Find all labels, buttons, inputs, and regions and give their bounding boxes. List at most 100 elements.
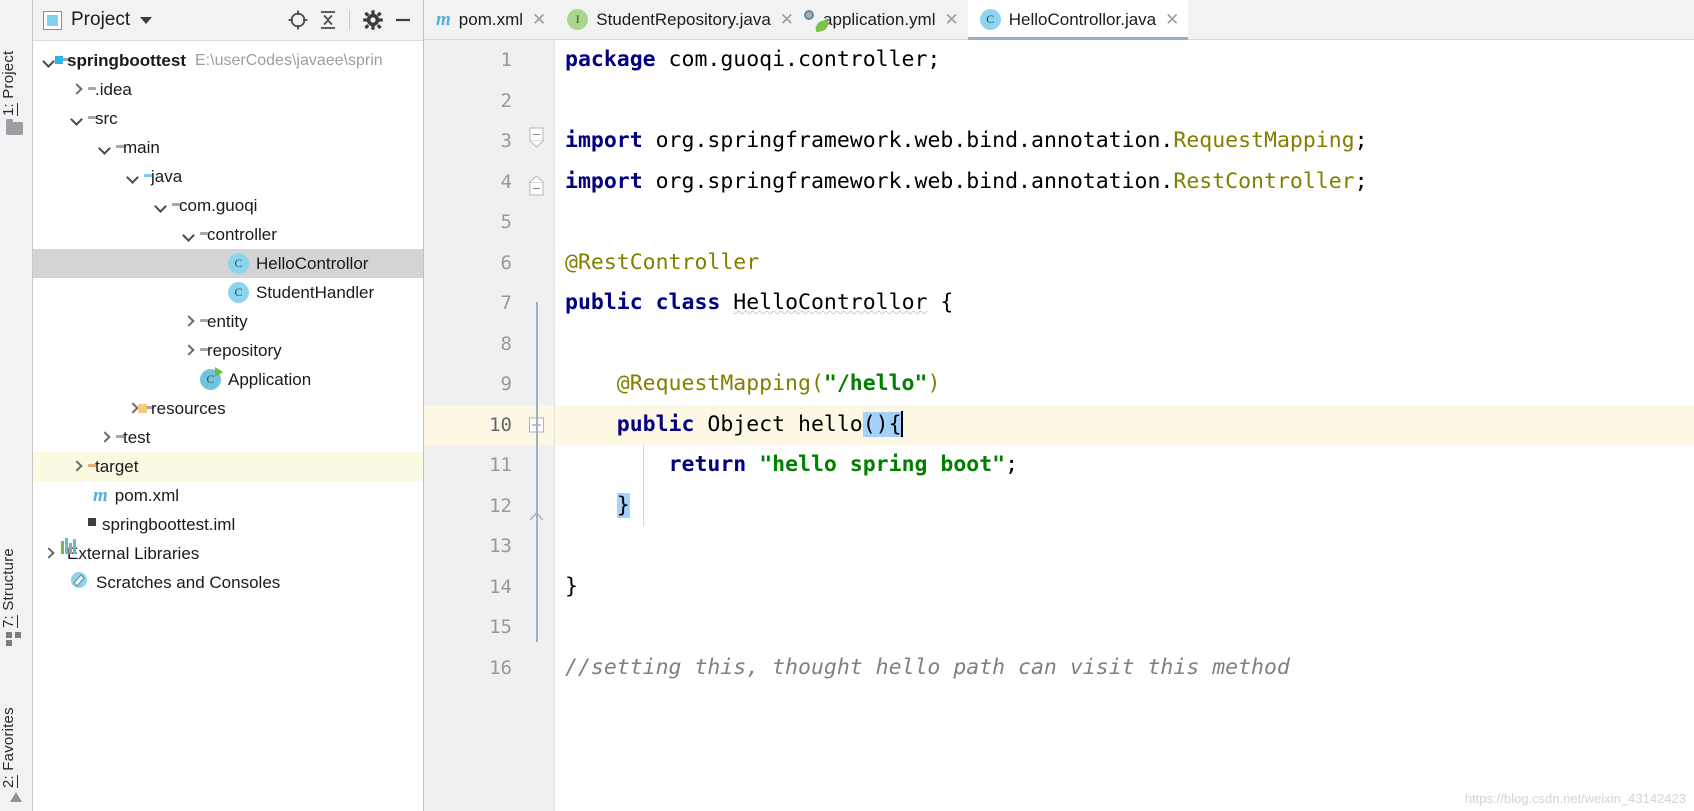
line-number: 4 — [500, 170, 512, 193]
tree-item-pom-xml[interactable]: m pom.xml — [33, 481, 423, 510]
tree-item-label: springboottest — [67, 50, 186, 70]
tab-hellocontrollor-java[interactable]: C HelloControllor.java ✕ — [967, 0, 1189, 40]
line-number: 5 — [500, 211, 512, 234]
tool-button-structure[interactable]: 7: Structure — [0, 518, 32, 628]
tab-pom-xml[interactable]: m pom.xml ✕ — [424, 0, 555, 39]
project-view-icon — [43, 10, 62, 30]
close-icon[interactable]: ✕ — [944, 11, 958, 28]
chevron-right-icon[interactable] — [181, 314, 197, 330]
tool-button-structure-label: Structure — [0, 548, 17, 611]
tree-item-label: src — [95, 108, 118, 128]
tree-item-repository[interactable]: repository — [33, 336, 423, 365]
editor-area: m pom.xml ✕ I StudentRepository.java ✕ a… — [424, 0, 1694, 811]
tree-item-springboottest-iml[interactable]: springboottest.iml — [33, 510, 423, 539]
tree-item-test[interactable]: test — [33, 423, 423, 452]
tab-label: StudentRepository.java — [596, 9, 771, 29]
tree-item-com-guoqi[interactable]: com.guoqi — [33, 191, 423, 220]
tab-label: application.yml — [823, 9, 936, 29]
close-icon[interactable]: ✕ — [1165, 11, 1179, 28]
fold-region-start-svg — [529, 127, 544, 148]
tree-item-src[interactable]: src — [33, 104, 423, 133]
tree-item-hellocontrollor[interactable]: C HelloControllor — [33, 249, 423, 278]
collapse-all-icon[interactable] — [314, 6, 342, 34]
tree-item-springboottest[interactable]: springboottest E:\userCodes\javaee\sprin — [33, 46, 423, 75]
tree-item-label: StudentHandler — [256, 282, 375, 302]
code-line-14: } — [565, 573, 578, 599]
line-number: 3 — [500, 130, 512, 153]
fold-row — [520, 202, 554, 243]
code-line-10: public Object hello(){ — [555, 404, 1694, 445]
java-class-icon: C — [228, 282, 249, 303]
tree-item-studenthandler[interactable]: C StudentHandler — [33, 278, 423, 307]
tab-application-yml[interactable]: application.yml ✕ — [803, 0, 968, 39]
tree-item-entity[interactable]: entity — [33, 307, 423, 336]
code-line-7: public class HelloControllor { — [565, 290, 954, 315]
chevron-right-icon[interactable] — [69, 82, 85, 98]
chevron-down-icon[interactable] — [153, 198, 169, 214]
fold-row[interactable] — [520, 162, 554, 203]
chevron-down-icon[interactable] — [140, 16, 153, 24]
tree-item-label: resources — [151, 398, 226, 418]
tab-label: pom.xml — [458, 9, 524, 29]
chevron-down-icon[interactable] — [181, 227, 197, 243]
tree-item-label: target — [95, 456, 139, 476]
line-number: 12 — [489, 494, 512, 517]
line-number: 11 — [489, 454, 512, 477]
fold-region-start-icon[interactable] — [529, 127, 544, 148]
scratches-icon — [69, 570, 89, 595]
chevron-down-icon[interactable] — [69, 111, 85, 127]
code-folding-gutter[interactable] — [520, 40, 555, 811]
project-tree[interactable]: springboottest E:\userCodes\javaee\sprin… — [33, 41, 423, 811]
tree-item-controller[interactable]: controller — [33, 220, 423, 249]
fold-row — [520, 648, 554, 689]
intellij-window: 1: Project 7: Structure 2: Favorites Pro… — [0, 0, 1694, 811]
tree-item-label: test — [123, 427, 151, 447]
minimize-icon[interactable] — [389, 6, 417, 34]
tool-button-project-label: Project — [0, 50, 17, 99]
structure-icon — [6, 632, 24, 650]
line-number-label: 7 — [500, 292, 512, 315]
maven-icon: m — [93, 484, 108, 506]
close-icon[interactable]: ✕ — [532, 11, 546, 28]
tab-studentrepository-java[interactable]: I StudentRepository.java ✕ — [555, 0, 803, 39]
tree-item-idea[interactable]: .idea — [33, 75, 423, 104]
tree-item-java[interactable]: java — [33, 162, 423, 191]
tree-item-label: pom.xml — [114, 485, 180, 505]
gear-svg — [363, 10, 383, 30]
tree-item-application[interactable]: C Application — [33, 365, 423, 394]
chevron-down-icon[interactable] — [97, 140, 113, 156]
code-line-3: import org.springframework.web.bind.anno… — [565, 128, 1368, 153]
chevron-down-icon[interactable] — [125, 169, 141, 185]
code-editor[interactable]: 1 2 3 4 5 6 7 c 8 — [424, 40, 1694, 811]
tree-item-resources[interactable]: resources — [33, 394, 423, 423]
tool-button-favorites[interactable]: 2: Favorites — [0, 668, 32, 788]
code-text-area[interactable]: package com.guoqi.controller; import org… — [555, 40, 1694, 811]
tree-item-external-libraries[interactable]: External Libraries — [33, 537, 423, 568]
tool-button-project[interactable]: 1: Project — [0, 6, 32, 116]
fold-region-end-icon[interactable] — [529, 175, 544, 197]
chevron-right-icon[interactable] — [41, 546, 57, 562]
tree-item-label: com.guoqi — [179, 195, 258, 215]
gear-icon[interactable] — [359, 6, 387, 34]
minimize-svg — [396, 18, 410, 22]
tree-item-label: springboottest.iml — [102, 514, 236, 534]
tree-item-label: controller — [207, 224, 277, 244]
chevron-right-icon[interactable] — [181, 343, 197, 359]
project-panel-header: Project — [33, 0, 423, 41]
chevron-right-icon[interactable] — [69, 459, 85, 475]
tool-button-structure-number: 7: — [0, 615, 17, 628]
line-number: 16 — [489, 656, 512, 679]
fold-row[interactable] — [520, 121, 554, 162]
locate-target-icon[interactable] — [284, 6, 312, 34]
close-icon[interactable]: ✕ — [780, 11, 794, 28]
tree-item-main[interactable]: main — [33, 133, 423, 162]
tree-item-scratches-and-consoles[interactable]: Scratches and Consoles — [33, 568, 423, 597]
chevron-right-icon[interactable] — [97, 430, 113, 446]
tree-item-target[interactable]: target — [33, 452, 423, 481]
tree-item-label: Application — [228, 369, 312, 389]
tree-item-path: E:\userCodes\javaee\sprin — [195, 51, 383, 69]
toolbar-divider — [349, 10, 350, 30]
tool-button-favorites-number: 2: — [0, 775, 17, 788]
project-panel-title: Project — [71, 9, 131, 30]
